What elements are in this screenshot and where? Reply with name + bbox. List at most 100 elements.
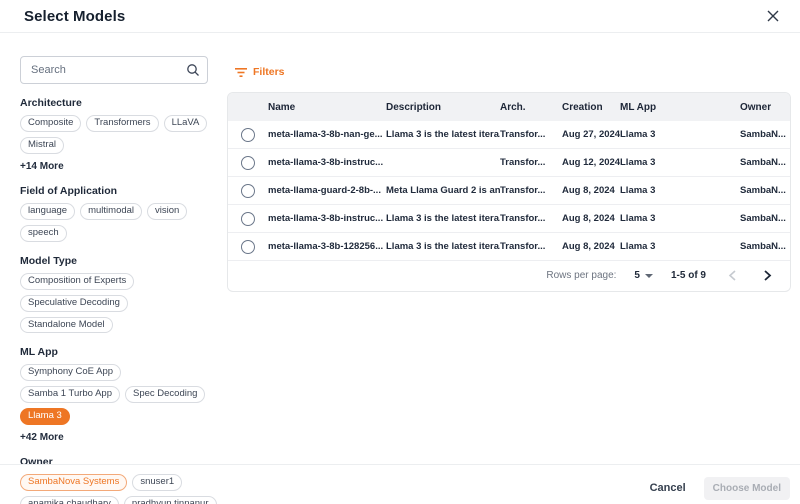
chip-group: Composite Transformers LLaVA Mistral: [20, 115, 222, 154]
filter-chip[interactable]: speech: [20, 225, 67, 242]
filter-chip[interactable]: Mistral: [20, 137, 64, 154]
column-header-name: Name: [268, 102, 386, 113]
chip-group: SambaNova Systems snuser1 anamika.chaudh…: [20, 474, 222, 504]
models-table: Name Description Arch. Creation ML App O…: [227, 92, 791, 292]
model-name: meta-llama-3-8b-nan-ge...: [268, 129, 386, 140]
previous-page-button[interactable]: [724, 268, 741, 283]
rows-per-page-select[interactable]: 5: [634, 270, 653, 281]
chevron-left-icon: [728, 270, 737, 281]
table-row[interactable]: meta-llama-3-8b-instruc... Llama 3 is th…: [228, 205, 790, 233]
table-body: meta-llama-3-8b-nan-ge... Llama 3 is the…: [228, 121, 790, 261]
column-header-owner: Owner: [740, 102, 790, 113]
footer-actions: Cancel Choose Model: [638, 476, 790, 500]
filter-section-field-of-application: Field of Application language multimodal…: [20, 185, 222, 242]
chip-group: language multimodal vision speech: [20, 203, 222, 242]
model-description: Llama 3 is the latest itera...: [386, 213, 500, 224]
select-models-dialog: Select Models Architecture Composite Tra…: [0, 0, 800, 504]
search-input[interactable]: [20, 56, 208, 84]
close-icon: [766, 9, 780, 23]
model-radio[interactable]: [241, 212, 255, 226]
model-ml-app: Llama 3: [620, 129, 740, 140]
model-name: meta-llama-guard-2-8b-...: [268, 185, 386, 196]
next-page-button[interactable]: [759, 268, 776, 283]
filter-chip[interactable]: Samba 1 Turbo App: [20, 386, 120, 403]
model-description: Llama 3 is the latest itera...: [386, 129, 500, 140]
section-title: Model Type: [20, 255, 222, 267]
model-radio[interactable]: [241, 240, 255, 254]
model-creation: Aug 8, 2024: [562, 241, 620, 252]
model-radio[interactable]: [241, 156, 255, 170]
model-ml-app: Llama 3: [620, 157, 740, 168]
model-owner: SambaN...: [740, 157, 790, 168]
search-box: [20, 56, 208, 84]
footer-divider: [0, 464, 800, 465]
show-more-link[interactable]: +14 More: [20, 161, 222, 172]
table-row[interactable]: meta-llama-3-8b-instruc... Transfor... A…: [228, 149, 790, 177]
model-radio[interactable]: [241, 184, 255, 198]
section-title: ML App: [20, 346, 222, 358]
filter-chip[interactable]: LLaVA: [164, 115, 208, 132]
column-header-arch: Arch.: [500, 102, 562, 113]
choose-model-button[interactable]: Choose Model: [704, 477, 790, 500]
filter-chip[interactable]: Transformers: [86, 115, 158, 132]
filters-button-label: Filters: [253, 66, 285, 78]
filter-chip[interactable]: Spec Decoding: [125, 386, 205, 403]
model-ml-app: Llama 3: [620, 185, 740, 196]
model-arch: Transfor...: [500, 241, 562, 252]
model-owner: SambaN...: [740, 241, 790, 252]
search-icon: [186, 63, 200, 82]
table-header-row: Name Description Arch. Creation ML App O…: [228, 93, 790, 121]
model-description: Llama 3 is the latest itera...: [386, 241, 500, 252]
model-owner: SambaN...: [740, 129, 790, 140]
model-arch: Transfor...: [500, 213, 562, 224]
page-range-label: 1-5 of 9: [671, 270, 706, 281]
filter-chip[interactable]: Speculative Decoding: [20, 295, 128, 312]
filter-chip[interactable]: Composite: [20, 115, 81, 132]
filter-chip-selected[interactable]: Llama 3: [20, 408, 70, 425]
model-name: meta-llama-3-8b-instruc...: [268, 213, 386, 224]
filter-chip[interactable]: vision: [147, 203, 187, 220]
model-creation: Aug 27, 2024: [562, 129, 620, 140]
filter-section-architecture: Architecture Composite Transformers LLaV…: [20, 97, 222, 172]
dialog-header: Select Models: [0, 0, 800, 33]
table-row[interactable]: meta-llama-3-8b-128256... Llama 3 is the…: [228, 233, 790, 261]
model-name: meta-llama-3-8b-instruc...: [268, 157, 386, 168]
filter-chip[interactable]: Composition of Experts: [20, 273, 134, 290]
filter-chip[interactable]: language: [20, 203, 75, 220]
filter-chip[interactable]: pradhyun.tinnanur: [124, 496, 217, 504]
filter-sidebar: Architecture Composite Transformers LLaV…: [20, 56, 222, 504]
section-title: Owner: [20, 456, 222, 468]
model-owner: SambaN...: [740, 213, 790, 224]
filter-chip[interactable]: anamika.chaudhary: [20, 496, 119, 504]
show-more-link[interactable]: +42 More: [20, 432, 222, 443]
model-ml-app: Llama 3: [620, 241, 740, 252]
model-owner: SambaN...: [740, 185, 790, 196]
caret-down-icon: [645, 274, 653, 278]
column-header-description: Description: [386, 102, 500, 113]
filter-list-icon: [235, 67, 248, 78]
chip-group: Composition of Experts Speculative Decod…: [20, 273, 222, 334]
table-row[interactable]: meta-llama-guard-2-8b-... Meta Llama Gua…: [228, 177, 790, 205]
section-title: Field of Application: [20, 185, 222, 197]
model-creation: Aug 8, 2024: [562, 185, 620, 196]
table-pagination: Rows per page: 5 1-5 of 9: [228, 261, 790, 290]
filter-section-model-type: Model Type Composition of Experts Specul…: [20, 255, 222, 334]
filter-chip[interactable]: Symphony CoE App: [20, 364, 121, 381]
table-row[interactable]: meta-llama-3-8b-nan-ge... Llama 3 is the…: [228, 121, 790, 149]
model-name: meta-llama-3-8b-128256...: [268, 241, 386, 252]
column-header-creation: Creation: [562, 102, 620, 113]
model-arch: Transfor...: [500, 157, 562, 168]
filter-chip[interactable]: multimodal: [80, 203, 142, 220]
model-radio[interactable]: [241, 128, 255, 142]
filters-button[interactable]: Filters: [231, 64, 289, 80]
model-ml-app: Llama 3: [620, 213, 740, 224]
chevron-right-icon: [763, 270, 772, 281]
close-button[interactable]: [762, 6, 784, 28]
model-arch: Transfor...: [500, 185, 562, 196]
filter-chip[interactable]: snuser1: [132, 474, 182, 491]
model-creation: Aug 8, 2024: [562, 213, 620, 224]
filter-chip[interactable]: Standalone Model: [20, 317, 113, 334]
cancel-button[interactable]: Cancel: [638, 476, 698, 500]
page-title: Select Models: [24, 8, 125, 25]
filter-chip-selected[interactable]: SambaNova Systems: [20, 474, 127, 491]
